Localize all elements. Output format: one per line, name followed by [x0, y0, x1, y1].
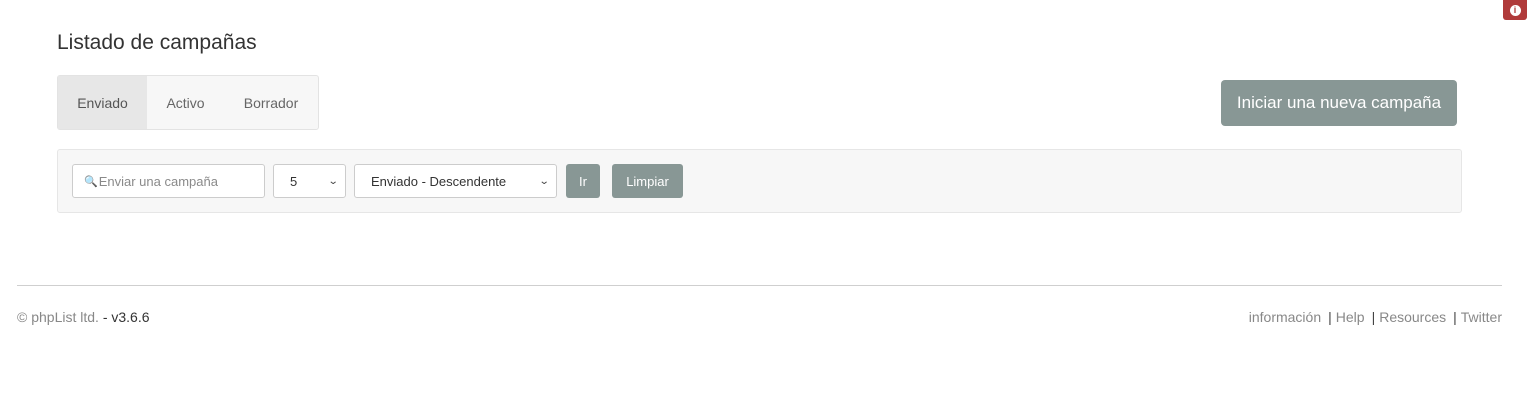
footer-link-resources[interactable]: Resources [1379, 309, 1446, 325]
page-size-value: 5 [290, 173, 298, 189]
version-text: - v3.6.6 [102, 309, 150, 325]
search-icon: 🔍 [84, 175, 98, 188]
footer-separator: | [1371, 309, 1376, 325]
new-campaign-button[interactable]: Iniciar una nueva campaña [1221, 80, 1457, 126]
sort-order-value: Enviado - Descendente [371, 173, 507, 189]
sort-order-select[interactable]: Enviado - Descendente ⌄ [354, 164, 557, 198]
footer-link-twitter[interactable]: Twitter [1461, 309, 1502, 325]
info-badge[interactable]: i [1503, 0, 1527, 20]
footer-link-help[interactable]: Help [1336, 309, 1365, 325]
footer-separator: | [1453, 309, 1457, 325]
footer-links: información | Help | Resources | Twitter [1249, 309, 1502, 325]
search-field[interactable]: 🔍 [72, 164, 265, 198]
footer-divider [17, 285, 1502, 286]
tab-active[interactable]: Activo [147, 76, 224, 129]
page-title: Listado de campañas [57, 31, 257, 54]
footer-separator: | [1328, 309, 1332, 325]
info-icon: i [1509, 4, 1521, 16]
filter-panel: 🔍 5 ⌄ Enviado - Descendente ⌄ Ir Limpiar [57, 149, 1462, 213]
search-input[interactable] [97, 173, 258, 189]
tab-sent[interactable]: Enviado [58, 76, 147, 129]
chevron-down-icon: ⌄ [327, 175, 339, 187]
tab-draft[interactable]: Borrador [224, 76, 318, 129]
copyright-text: © phpList ltd. [17, 309, 99, 325]
footer-link-info[interactable]: información [1249, 309, 1321, 325]
campaign-status-tabs: Enviado Activo Borrador [57, 75, 319, 130]
page-size-select[interactable]: 5 ⌄ [273, 164, 346, 198]
go-button[interactable]: Ir [566, 164, 600, 198]
clear-button[interactable]: Limpiar [612, 164, 683, 198]
chevron-down-icon: ⌄ [538, 175, 550, 187]
footer-copyright: © phpList ltd. - v3.6.6 [17, 309, 150, 325]
